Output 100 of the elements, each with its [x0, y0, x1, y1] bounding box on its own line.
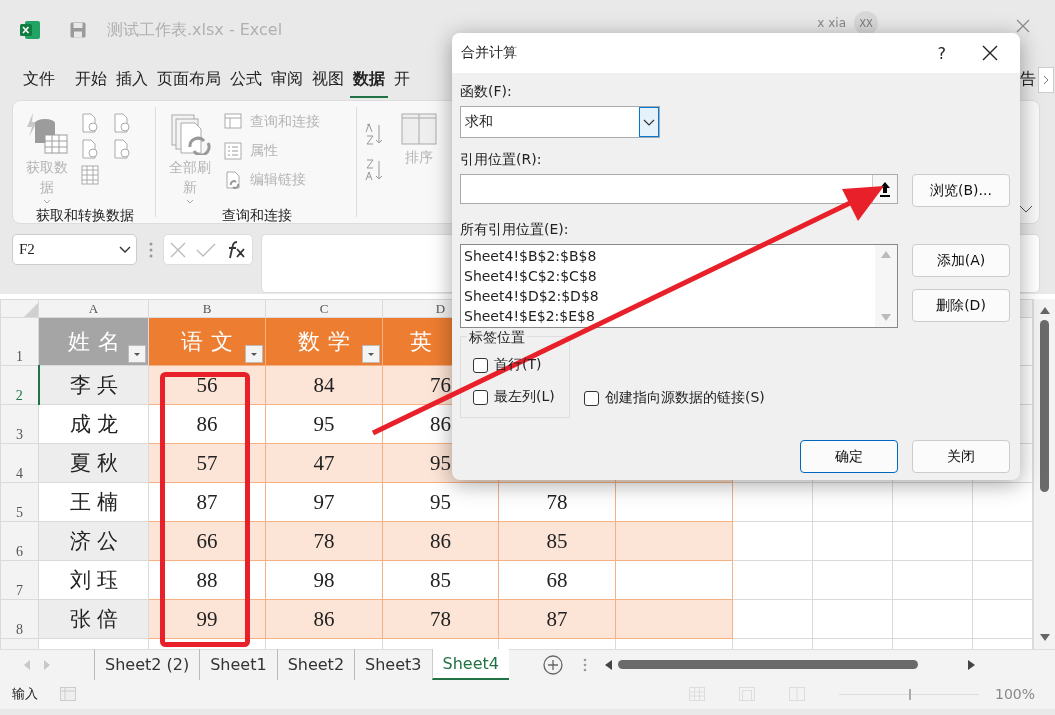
menu-tab[interactable]: 开始	[72, 62, 110, 98]
table-cell: 47	[313, 450, 335, 475]
column-header[interactable]: C	[265, 299, 383, 318]
table-cell: 95	[430, 450, 451, 475]
ok-button[interactable]: 确定	[800, 440, 898, 473]
table-cell: 86	[430, 528, 451, 553]
sheet-tab[interactable]: Sheet4	[431, 648, 509, 680]
field-label: 所有引用位置(E):	[460, 220, 570, 238]
table-cell: 99	[196, 606, 218, 631]
menu-tab[interactable]: 视图	[309, 62, 347, 98]
row-header[interactable]: 4	[0, 443, 39, 483]
save-icon[interactable]	[70, 22, 86, 38]
close-icon	[982, 45, 998, 61]
filter-dropdown-icon[interactable]	[245, 345, 263, 363]
menu-tab[interactable]: 开	[391, 62, 413, 98]
link-doc-icon	[224, 171, 242, 189]
row-header[interactable]: 1	[0, 317, 39, 366]
table-header-cell-text: 语文	[181, 327, 241, 356]
checkbox-label[interactable]: 创建指向源数据的链接(S)	[605, 389, 765, 407]
table-cell: 56	[196, 372, 218, 397]
more-icon[interactable]	[582, 657, 587, 672]
list-item[interactable]: Sheet4!$C$2:$C$8	[464, 266, 872, 286]
sort-ascending-icon[interactable]	[365, 123, 385, 145]
vertical-scrollbar[interactable]	[1033, 299, 1055, 649]
delete-button[interactable]: 删除(D)	[912, 289, 1010, 322]
table-cell: 66	[196, 528, 218, 553]
close-button[interactable]: 关闭	[912, 440, 1010, 473]
caret-icon	[43, 199, 51, 204]
close-icon[interactable]	[1016, 19, 1030, 33]
function-icon[interactable]	[226, 240, 246, 259]
group-label: 获取和转换数据	[35, 206, 135, 225]
checkbox[interactable]	[584, 390, 599, 406]
add-sheet-icon[interactable]	[542, 654, 563, 675]
table-cell: 86	[196, 411, 218, 436]
database-icon	[25, 113, 69, 155]
more-icon[interactable]	[149, 242, 153, 258]
menu-tab[interactable]: 审阅	[268, 62, 306, 98]
scroll-down-icon	[881, 314, 891, 321]
refresh-icon	[168, 113, 212, 155]
table-cell: 夏秋	[69, 451, 124, 475]
name-box[interactable]: F2	[12, 234, 137, 265]
list-item[interactable]: Sheet4!$B$2:$B$8	[464, 246, 872, 266]
sort-icon	[401, 113, 437, 145]
next-sheet-icon[interactable]	[44, 659, 50, 670]
table-cell: 86	[313, 606, 335, 631]
column-header[interactable]: A	[38, 299, 149, 318]
row-header[interactable]: 7	[0, 560, 39, 600]
window-title: 测试工作表.xlsx - Excel	[107, 19, 283, 41]
menu-tab[interactable]: 数据	[350, 62, 388, 98]
table-cell: 刘珏	[69, 568, 124, 592]
table-cell: 97	[313, 489, 335, 514]
browse-button[interactable]: 浏览(B)...	[912, 174, 1010, 207]
filter-dropdown-icon[interactable]	[128, 345, 146, 363]
table-cell: 78	[430, 606, 451, 631]
table-icon[interactable]	[81, 165, 99, 185]
field-label: 函数(F):	[460, 82, 513, 100]
caret-icon	[186, 199, 194, 204]
table-cell: 78	[546, 489, 568, 514]
menu-tab[interactable]: 文件	[20, 62, 58, 98]
cancel-icon[interactable]	[170, 241, 186, 258]
checkbox[interactable]	[473, 357, 488, 373]
scrollbar-thumb[interactable]	[1040, 320, 1049, 492]
macro-record-icon[interactable]	[60, 687, 76, 701]
table-cell: 57	[196, 450, 218, 475]
close-button[interactable]	[980, 45, 1000, 61]
menu-tab[interactable]: 公式	[227, 62, 265, 98]
menu-tab[interactable]: 插入	[113, 62, 151, 98]
menu-tab[interactable]: 告	[1018, 62, 1038, 98]
chevron-right-icon[interactable]	[1043, 75, 1049, 85]
horizontal-scrollbar[interactable]	[604, 657, 975, 672]
row-header[interactable]: 8	[0, 599, 39, 639]
query-table-icon	[224, 113, 242, 131]
sort-descending-icon[interactable]	[365, 159, 385, 181]
row-header[interactable]: 2	[0, 365, 39, 405]
add-button[interactable]: 添加(A)	[912, 244, 1010, 277]
group-label: 标签位置	[467, 329, 527, 347]
list-scrollbar[interactable]	[875, 245, 897, 327]
references-list[interactable]: Sheet4!$B$2:$B$8 Sheet4!$C$2:$C$8 Sheet4!$D$2:$D$8 Sheet4!$E$2:$E$8	[460, 244, 898, 328]
reference-field[interactable]	[460, 174, 898, 204]
table-cell: 王楠	[69, 490, 124, 514]
table-cell: 88	[196, 567, 218, 592]
row-header[interactable]: 6	[0, 521, 39, 561]
table-cell: 86	[430, 411, 451, 436]
properties-icon	[224, 142, 242, 160]
scrollbar-thumb[interactable]	[617, 660, 918, 669]
help-button[interactable]: ?	[937, 43, 946, 63]
upload-arrow-icon	[879, 181, 891, 197]
table-cell: 98	[313, 567, 335, 592]
checkbox-label[interactable]: 最左列(L)	[494, 388, 555, 406]
menu-tab[interactable]: 页面布局	[154, 62, 224, 98]
check-icon[interactable]	[196, 241, 216, 258]
filter-dropdown-icon[interactable]	[362, 345, 380, 363]
function-dropdown[interactable]: 求和	[460, 106, 660, 138]
previous-sheet-icon[interactable]	[24, 659, 30, 670]
row-header[interactable]: 5	[0, 482, 39, 522]
checkbox[interactable]	[473, 389, 488, 405]
table-cell: 85	[430, 567, 451, 592]
column-header[interactable]: B	[148, 299, 266, 318]
row-header[interactable]: 3	[0, 404, 39, 444]
table-cell: 95	[313, 411, 335, 436]
